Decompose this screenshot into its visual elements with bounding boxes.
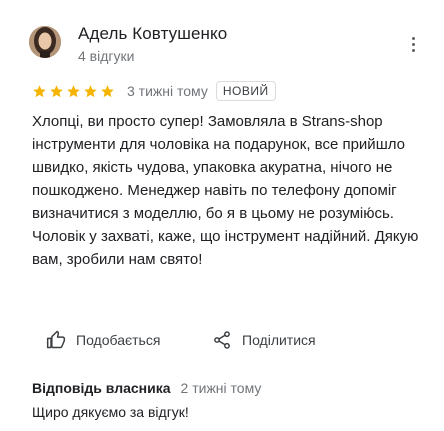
owner-reply-header: Відповідь власника 2 тижні тому <box>32 380 261 396</box>
review-card: Адель Ковтушенко 4 відгуки 3 тижні тому … <box>0 0 444 431</box>
new-badge: НОВИЙ <box>215 81 276 101</box>
like-label: Подобається <box>76 332 161 348</box>
reviewer-name[interactable]: Адель Ковтушенко <box>78 24 227 44</box>
avatar-photo <box>29 26 61 58</box>
review-date: 3 тижні тому <box>127 83 208 99</box>
more-dot <box>411 48 415 52</box>
share-label: Поділитися <box>242 332 316 348</box>
star-icon <box>83 84 98 99</box>
star-icon <box>66 84 81 99</box>
more-dot <box>411 36 415 40</box>
more-options-icon[interactable] <box>406 32 420 56</box>
star-icon <box>32 84 47 99</box>
share-button[interactable]: Поділитися <box>212 328 316 352</box>
share-icon <box>214 331 230 349</box>
more-dot <box>411 42 415 46</box>
review-text: Хлопці, ви просто супер! Замовляла в Str… <box>32 113 419 268</box>
avatar[interactable] <box>29 26 61 58</box>
reviewer-review-count: 4 відгуки <box>78 48 135 64</box>
rating-row: 3 тижні тому НОВИЙ <box>32 80 276 102</box>
owner-reply-date: 2 тижні тому <box>180 380 262 396</box>
thumb-up-icon <box>46 330 66 349</box>
star-icon <box>100 84 115 99</box>
like-button[interactable]: Подобається <box>46 328 160 352</box>
owner-reply-text: Щиро дякуємо за відгук! <box>32 404 189 420</box>
star-rating <box>32 84 115 99</box>
owner-reply-label: Відповідь власника <box>32 380 171 396</box>
star-icon <box>49 84 64 99</box>
